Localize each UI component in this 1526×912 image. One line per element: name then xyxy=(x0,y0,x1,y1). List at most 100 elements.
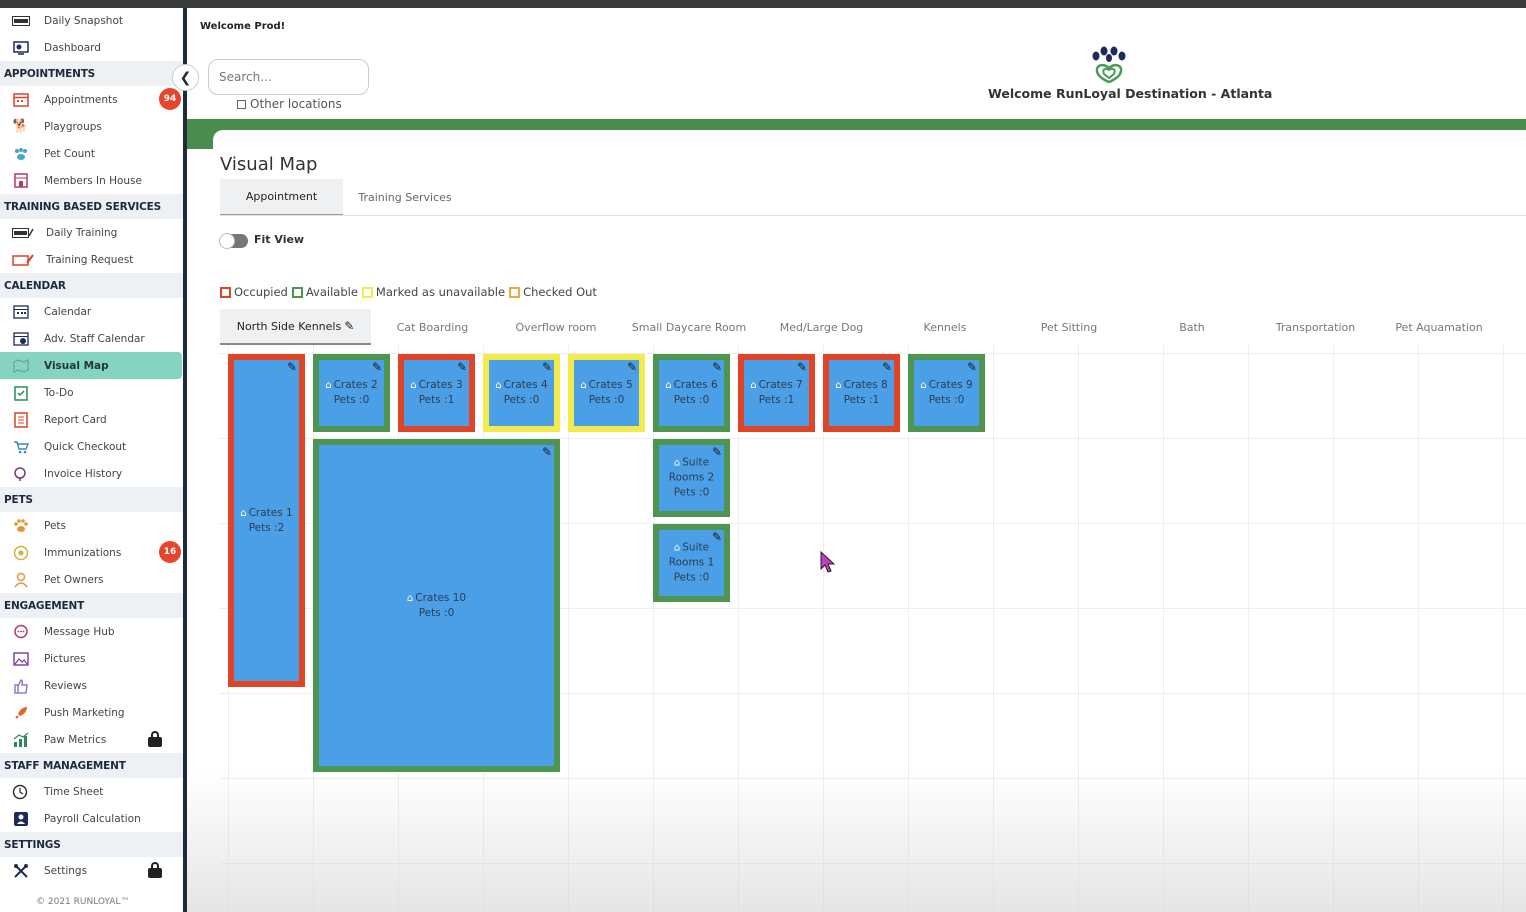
pencil-icon[interactable]: ✎ xyxy=(627,360,637,374)
sidebar-item-daily-snapshot[interactable]: Daily Snapshot xyxy=(0,8,183,34)
room-tab-north-side-kennels[interactable]: North Side Kennels ✎ xyxy=(220,309,371,345)
room-crates-2[interactable]: ✎ ⌂ Crates 2 Pets :0 xyxy=(313,354,390,432)
room-crates-10[interactable]: ✎ ⌂ Crates 10 Pets :0 xyxy=(313,439,560,772)
room-tab-pet-sitting[interactable]: Pet Sitting xyxy=(1010,309,1128,345)
appointments-count-badge: 94 xyxy=(159,88,181,110)
sidebar-item-to-do[interactable]: To-Do xyxy=(0,379,183,406)
pencil-icon[interactable]: ✎ xyxy=(542,360,552,374)
sidebar-item-dashboard[interactable]: Dashboard xyxy=(0,34,183,61)
room-tab-pet-aquamation[interactable]: Pet Aquamation xyxy=(1384,309,1494,345)
sidebar-item-push-marketing[interactable]: Push Marketing xyxy=(0,699,183,726)
sidebar-item-quick-checkout[interactable]: Quick Checkout xyxy=(0,433,183,460)
pencil-icon[interactable]: ✎ xyxy=(882,360,892,374)
pencil-icon[interactable]: ✎ xyxy=(287,360,297,374)
sidebar-item-invoice-history[interactable]: Invoice History xyxy=(0,460,183,487)
other-locations-checkbox[interactable]: Other locations xyxy=(237,97,342,111)
calendar-icon xyxy=(12,92,30,108)
welcome-user-text: Welcome Prod! xyxy=(200,21,286,32)
home-icon: ⌂ xyxy=(750,380,757,391)
pencil-icon[interactable]: ✎ xyxy=(344,319,354,333)
sidebar-item-payroll-calculation[interactable]: Payroll Calculation xyxy=(0,805,183,832)
sidebar-item-visual-map[interactable]: Visual Map xyxy=(0,352,182,379)
runloyal-logo xyxy=(1088,44,1132,86)
sidebar-item-pet-count[interactable]: Pet Count xyxy=(0,140,183,167)
sidebar-item-playgroups[interactable]: 🐕 Playgroups xyxy=(0,113,183,140)
tab-training-services[interactable]: Training Services xyxy=(343,179,467,216)
room-crates-9[interactable]: ✎ ⌂ Crates 9 Pets :0 xyxy=(908,354,985,432)
sidebar-item-pet-owners[interactable]: Pet Owners xyxy=(0,566,183,593)
sidebar-item-message-hub[interactable]: Message Hub xyxy=(0,618,183,645)
room-tab-transportation[interactable]: Transportation xyxy=(1258,309,1373,345)
room-suite-rooms-1[interactable]: ✎ ⌂ Suite Rooms 1 Pets :0 xyxy=(653,524,730,602)
toggle-knob xyxy=(219,233,235,249)
room-tab-bath[interactable]: Bath xyxy=(1140,309,1244,345)
fit-view-toggle[interactable] xyxy=(219,233,248,249)
checkbox-box[interactable] xyxy=(237,99,246,109)
sidebar-item-label: Appointments xyxy=(44,93,118,106)
immunizations-count-badge: 16 xyxy=(159,541,181,563)
sidebar-item-daily-training[interactable]: Daily Training xyxy=(0,219,183,246)
pencil-icon[interactable]: ✎ xyxy=(457,360,467,374)
room-tab-kennels[interactable]: Kennels xyxy=(895,309,995,345)
sidebar-item-reviews[interactable]: Reviews xyxy=(0,672,183,699)
room-tab-cat-boarding[interactable]: Cat Boarding xyxy=(375,309,490,345)
pencil-icon[interactable]: ✎ xyxy=(542,445,552,459)
section-staff-management: STAFF MANAGEMENT xyxy=(0,753,183,778)
sidebar-item-pets[interactable]: Pets xyxy=(0,512,183,539)
sidebar-item-paw-metrics[interactable]: Paw Metrics xyxy=(0,726,183,753)
sidebar-item-label: Report Card xyxy=(44,413,107,426)
request-icon xyxy=(12,252,34,268)
pencil-icon[interactable]: ✎ xyxy=(712,360,722,374)
sidebar-item-settings[interactable]: Settings xyxy=(0,857,183,884)
collapse-sidebar-button[interactable]: ❮ xyxy=(172,64,199,91)
sidebar-item-members-in-house[interactable]: Members In House xyxy=(0,167,183,194)
tab-appointment[interactable]: Appointment xyxy=(220,179,343,216)
paw-icon xyxy=(12,518,30,534)
sidebar-item-label: Calendar xyxy=(44,305,92,318)
sidebar-item-label: Adv. Staff Calendar xyxy=(44,332,145,345)
status-legend: Occupied Available Marked as unavailable… xyxy=(220,285,601,299)
sidebar-item-label: Pets xyxy=(44,519,67,532)
room-tab-small-daycare-room[interactable]: Small Daycare Room xyxy=(624,309,754,345)
sidebar-item-label: Reviews xyxy=(44,679,87,692)
home-icon: ⌂ xyxy=(580,380,587,391)
sidebar-item-time-sheet[interactable]: Time Sheet xyxy=(0,778,183,805)
training-icon xyxy=(12,225,34,241)
room-crates-1[interactable]: ✎ ⌂ Crates 1 Pets :2 xyxy=(228,354,305,687)
room-crates-6[interactable]: ✎ ⌂ Crates 6 Pets :0 xyxy=(653,354,730,432)
room-crates-4[interactable]: ✎ ⌂ Crates 4 Pets :0 xyxy=(483,354,560,432)
sidebar-item-label: Daily Snapshot xyxy=(44,15,123,27)
room-crates-8[interactable]: ✎ ⌂ Crates 8 Pets :1 xyxy=(823,354,900,432)
lock-icon xyxy=(148,731,162,747)
pencil-icon[interactable]: ✎ xyxy=(372,360,382,374)
sidebar-item-adv-staff-calendar[interactable]: Adv. Staff Calendar xyxy=(0,325,183,352)
calendar-icon xyxy=(12,304,30,320)
sidebar-item-report-card[interactable]: Report Card xyxy=(0,406,183,433)
section-calendar: CALENDAR xyxy=(0,273,183,298)
room-tab-med-large-dog[interactable]: Med/Large Dog xyxy=(764,309,879,345)
sidebar-item-immunizations[interactable]: Immunizations 16 xyxy=(0,539,183,566)
rocket-icon xyxy=(12,705,30,721)
search-input[interactable] xyxy=(208,59,369,95)
sidebar-item-training-request[interactable]: Training Request xyxy=(0,246,183,273)
home-icon: ⌂ xyxy=(673,457,681,469)
report-card-icon xyxy=(12,411,30,428)
room-crates-7[interactable]: ✎ ⌂ Crates 7 Pets :1 xyxy=(738,354,815,432)
legend-available: Available xyxy=(291,285,358,299)
pencil-icon[interactable]: ✎ xyxy=(967,360,977,374)
sidebar-item-label: Immunizations xyxy=(44,546,122,559)
section-settings: SETTINGS xyxy=(0,832,183,857)
sidebar-item-label: Settings xyxy=(44,864,88,877)
room-crates-5[interactable]: ✎ ⌂ Crates 5 Pets :0 xyxy=(568,354,645,432)
sidebar-item-appointments[interactable]: Appointments 94 xyxy=(0,86,183,113)
pencil-icon[interactable]: ✎ xyxy=(797,360,807,374)
section-training-based-services: TRAINING BASED SERVICES xyxy=(0,194,183,219)
section-engagement: ENGAGEMENT xyxy=(0,593,183,618)
room-suite-rooms-2[interactable]: ✎ ⌂ Suite Rooms 2 Pets :0 xyxy=(653,439,730,517)
room-tab-overflow-room[interactable]: Overflow room xyxy=(500,309,612,345)
sidebar-item-calendar[interactable]: Calendar xyxy=(0,298,183,325)
other-locations-label: Other locations xyxy=(250,97,342,111)
room-crates-3[interactable]: ✎ ⌂ Crates 3 Pets :1 xyxy=(398,354,475,432)
paw-group-icon xyxy=(12,146,30,162)
sidebar-item-pictures[interactable]: Pictures xyxy=(0,645,183,672)
